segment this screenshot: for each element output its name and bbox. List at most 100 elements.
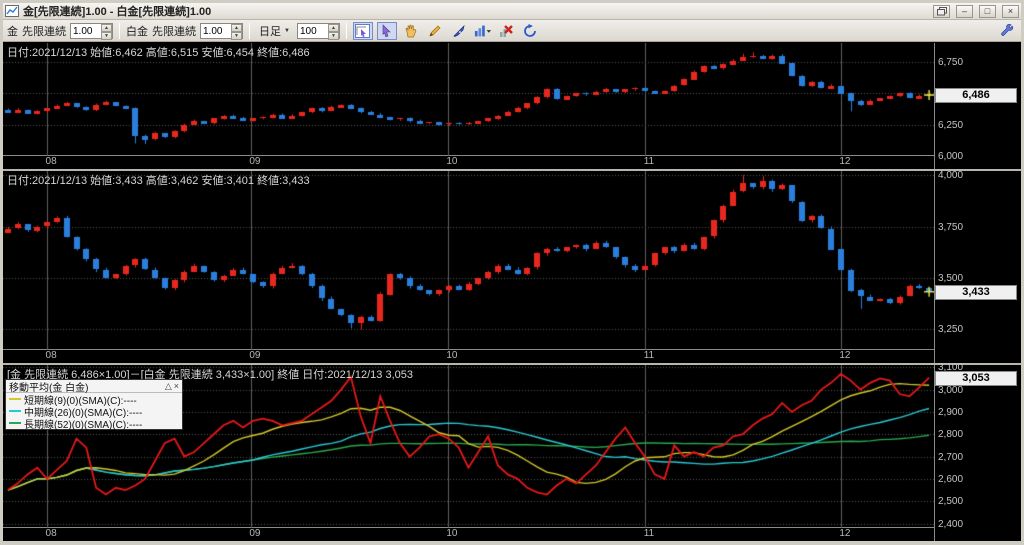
legend-line-swatch (9, 410, 21, 412)
toolbar-separator (345, 22, 347, 39)
y-tick-label: 2,800 (938, 429, 964, 441)
legend-line-swatch (9, 422, 21, 424)
spin-up-icon[interactable]: ▲ (327, 23, 339, 32)
delete-chart-icon[interactable] (497, 22, 517, 40)
legend-item: 長期線(52)(0)(SMA)(C):---- (6, 417, 182, 431)
y-tick-label: 6,750 (938, 56, 964, 68)
x-tick-label: 08 (45, 350, 57, 361)
bar-count-spinbox[interactable]: 100 ▲ ▼ (296, 22, 340, 40)
x-tick-label: 10 (446, 350, 458, 361)
y-tick-label: 3,500 (938, 272, 964, 284)
y-tick-label: 6,250 (938, 119, 964, 131)
platinum-series-label: 先限連続 (152, 25, 196, 38)
window-title: 金[先限連続]1.00 - 白金[先限連続]1.00 (23, 6, 212, 18)
gold-current-price-badge: 6,486 (935, 87, 1017, 103)
legend-close-icon[interactable]: × (174, 381, 179, 391)
platinum-current-price-badge: 3,433 (935, 284, 1017, 300)
gold-multiplier-arrows[interactable]: ▲ ▼ (101, 23, 112, 40)
x-tick-label: 09 (249, 528, 261, 539)
pen-icon[interactable] (449, 22, 469, 40)
gold-symbol-label: 金 (7, 25, 18, 38)
chart-stack: 日付:2021/12/13 始値:6,462 高値:6,515 安値:6,454… (3, 43, 1021, 541)
x-tick-label: 10 (446, 156, 458, 167)
platinum-x-axis: 08 09 10 11 12 (3, 350, 934, 362)
x-tick-label: 12 (839, 156, 851, 167)
pencil-icon[interactable] (425, 22, 445, 40)
platinum-multiplier-value[interactable]: 1.00 (201, 23, 231, 38)
maximize-button[interactable]: □ (979, 4, 996, 18)
pan-hand-icon[interactable] (401, 22, 421, 40)
gold-multiplier-value[interactable]: 1.00 (71, 23, 101, 38)
y-tick-label: 6,000 (938, 151, 964, 162)
spin-down-icon[interactable]: ▼ (101, 31, 112, 40)
gold-y-axis[interactable]: 6,486 6,7506,5006,2506,000 (935, 43, 1021, 169)
x-tick-label: 12 (839, 528, 851, 539)
x-tick-label: 09 (249, 350, 261, 361)
toolbar-separator (119, 22, 120, 39)
indicator-bars-icon[interactable] (473, 22, 493, 40)
y-tick-label: 2,600 (938, 473, 964, 485)
toolbar-separator (249, 22, 250, 39)
spread-y-axis[interactable]: 3,053 3,100 3,000 2,900 2,800 2,700 2,600 2,50… (935, 362, 1021, 541)
y-tick-label: 3,750 (938, 221, 964, 233)
legend-collapse-icon[interactable]: △ (165, 381, 172, 392)
spin-down-icon[interactable]: ▼ (231, 31, 242, 40)
wrench-icon[interactable] (997, 22, 1017, 40)
gold-panel: 日付:2021/12/13 始値:6,462 高値:6,515 安値:6,454… (3, 43, 1021, 171)
x-tick-label: 11 (643, 156, 655, 167)
close-button[interactable]: × (1002, 4, 1019, 18)
app-window: 金[先限連続]1.00 - 白金[先限連続]1.00 – □ × 金 先限連続 … (0, 0, 1024, 545)
restore-group-icon[interactable] (933, 4, 950, 18)
refresh-icon[interactable] (521, 22, 541, 40)
spread-panel: [金 先限連続 6,486×1.00]－[白金 先限連続 3,433×1.00]… (3, 362, 1021, 541)
platinum-y-axis[interactable]: 3,433 4,000 3,750 3,500 3,250 (935, 170, 1021, 363)
gold-series-label: 先限連続 (22, 25, 66, 38)
legend-line-swatch (9, 398, 21, 400)
timeframe-dropdown[interactable]: 日足 ▼ (256, 23, 293, 39)
platinum-info-line: 日付:2021/12/13 始値:3,433 高値:3,462 安値:3,401… (7, 175, 310, 187)
platinum-multiplier-arrows[interactable]: ▲ ▼ (231, 23, 242, 40)
y-tick-label: 2,400 (938, 518, 964, 530)
platinum-panel: 日付:2021/12/13 始値:3,433 高値:3,462 安値:3,401… (3, 170, 1021, 365)
toolbar: 金 先限連続 1.00 ▲ ▼ 白金 先限連続 1.00 ▲ ▼ 日足 ▼ 100 … (3, 20, 1021, 42)
gold-info-line: 日付:2021/12/13 始値:6,462 高値:6,515 安値:6,454… (7, 47, 310, 59)
y-tick-label: 2,900 (938, 406, 964, 418)
x-tick-label: 08 (45, 156, 57, 167)
timeframe-value: 日足 (259, 25, 281, 38)
select-arrow-icon[interactable] (376, 21, 397, 40)
y-tick-label: 3,000 (938, 384, 964, 396)
platinum-symbol-label: 白金 (126, 25, 148, 38)
y-tick-label: 2,700 (938, 451, 964, 463)
spin-up-icon[interactable]: ▲ (231, 23, 242, 32)
gold-x-axis: 08 09 10 11 12 (3, 156, 934, 168)
chevron-down-icon: ▼ (284, 27, 290, 34)
spread-x-axis: 08 09 10 11 12 (3, 528, 934, 540)
spread-current-value-badge: 3,053 (935, 370, 1017, 386)
window-titlebar[interactable]: 金[先限連続]1.00 - 白金[先限連続]1.00 – □ × (3, 3, 1021, 20)
chart-app-icon (5, 5, 19, 17)
y-tick-label: 4,000 (938, 170, 964, 182)
x-tick-label: 11 (643, 350, 655, 361)
spin-up-icon[interactable]: ▲ (101, 23, 112, 32)
gold-multiplier-spinbox[interactable]: 1.00 ▲ ▼ (70, 22, 113, 40)
platinum-multiplier-spinbox[interactable]: 1.00 ▲ ▼ (200, 22, 243, 40)
x-tick-label: 11 (643, 528, 655, 539)
ma-legend-box[interactable]: 移動平均(金 白金) △ × 短期線(9)(0)(SMA)(C):---- 中期線… (5, 379, 183, 431)
x-tick-label: 09 (249, 156, 261, 167)
ma-legend-rows: 短期線(9)(0)(SMA)(C):---- 中期線(26)(0)(SMA)(C)… (6, 393, 182, 431)
legend-item-label: 長期線(52)(0)(SMA)(C):---- (24, 419, 143, 431)
bar-count-arrows[interactable]: ▲ ▼ (327, 23, 339, 40)
x-tick-label: 10 (446, 528, 458, 539)
y-tick-label: 2,500 (938, 496, 964, 508)
platinum-plot[interactable]: 日付:2021/12/13 始値:3,433 高値:3,462 安値:3,401… (3, 171, 934, 350)
y-tick-label: 3,250 (938, 324, 964, 336)
gold-plot[interactable]: 日付:2021/12/13 始値:6,462 高値:6,515 安値:6,454… (3, 43, 934, 156)
chart-cursor-icon[interactable] (352, 21, 373, 40)
spread-plot[interactable]: [金 先限連続 6,486×1.00]－[白金 先限連続 3,433×1.00]… (3, 365, 934, 528)
bar-count-value[interactable]: 100 (297, 23, 328, 38)
spin-down-icon[interactable]: ▼ (327, 31, 339, 40)
x-tick-label: 12 (839, 350, 851, 361)
x-tick-label: 08 (45, 528, 57, 539)
platinum-chart-canvas[interactable] (3, 171, 934, 350)
minimize-button[interactable]: – (956, 4, 973, 18)
